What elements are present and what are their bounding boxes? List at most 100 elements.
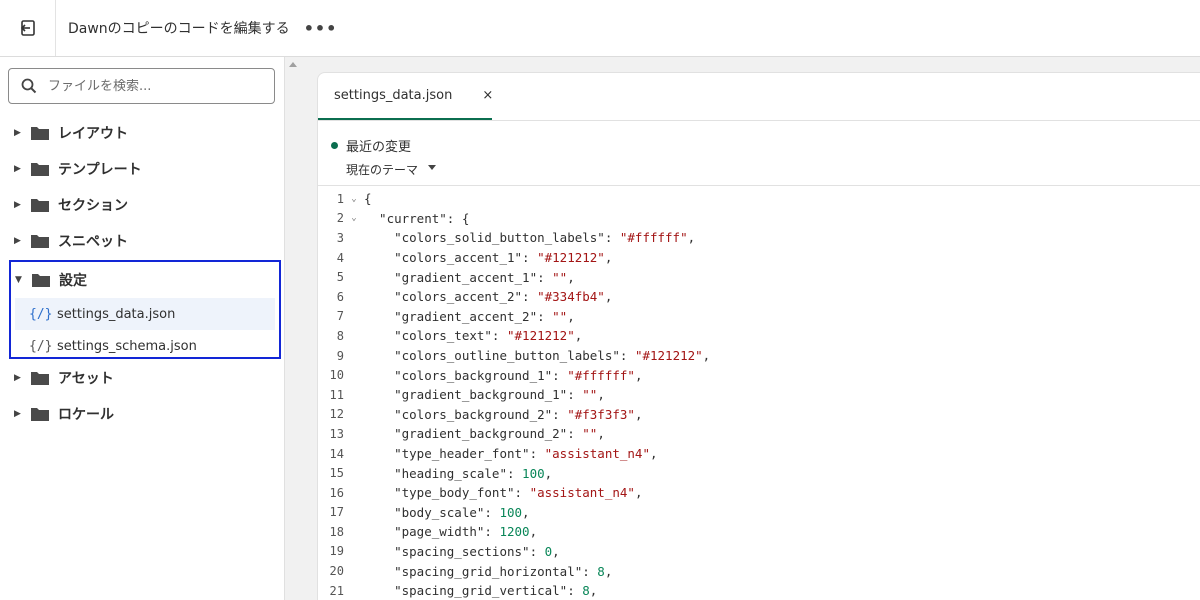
- json-file-icon: {/}: [29, 338, 53, 354]
- code-line[interactable]: 19 "spacing_sections": 0,: [318, 542, 1200, 562]
- fold-chevron-icon[interactable]: ⌄: [344, 213, 364, 223]
- line-number: 20: [329, 564, 344, 579]
- search-input[interactable]: [48, 78, 248, 94]
- code-text: "heading_scale": 100,: [364, 465, 553, 481]
- file-label: settings_schema.json: [57, 338, 197, 354]
- folder-icon: [31, 163, 49, 176]
- exit-editor-button[interactable]: [0, 0, 56, 56]
- code-line[interactable]: 16 "type_body_font": "assistant_n4",: [318, 483, 1200, 503]
- code-text: "colors_text": "#121212",: [364, 328, 583, 344]
- line-number: 17: [329, 505, 344, 520]
- editor-tab-bar: settings_data.json ×: [318, 73, 1200, 121]
- exit-icon: [20, 20, 35, 36]
- line-number: 16: [329, 485, 344, 500]
- folder-sections[interactable]: ▶ セクション: [0, 187, 284, 223]
- line-number: 15: [329, 466, 344, 481]
- line-number: 21: [329, 583, 344, 598]
- code-line[interactable]: 12 "colors_background_2": "#f3f3f3",: [318, 405, 1200, 425]
- folder-icon: [31, 235, 49, 248]
- line-number: 7: [336, 309, 344, 324]
- code-line[interactable]: 10 "colors_background_1": "#ffffff",: [318, 365, 1200, 385]
- code-line[interactable]: 11 "gradient_background_1": "",: [318, 385, 1200, 405]
- line-number: 8: [336, 328, 344, 343]
- code-text: "current": {: [364, 210, 470, 226]
- chevron-down-icon: ▼: [15, 275, 22, 285]
- code-text: "colors_outline_button_labels": "#121212…: [364, 348, 711, 364]
- code-line[interactable]: 9 "colors_outline_button_labels": "#1212…: [318, 346, 1200, 366]
- line-number: 13: [329, 426, 344, 441]
- code-text: "type_header_font": "assistant_n4",: [364, 446, 658, 462]
- caret-down-icon[interactable]: [428, 165, 436, 170]
- line-number: 18: [329, 524, 344, 539]
- folder-label: セクション: [58, 198, 128, 214]
- line-number: 12: [329, 407, 344, 422]
- folder-label: スニペット: [58, 234, 128, 250]
- code-line[interactable]: 6 "colors_accent_2": "#334fb4",: [318, 287, 1200, 307]
- chevron-right-icon: ▶: [14, 373, 21, 383]
- file-tree: ▶ レイアウト ▶ テンプレート ▶ セクション ▶ スニペット: [0, 115, 284, 259]
- code-text: "gradient_accent_1": "",: [364, 269, 575, 285]
- code-line[interactable]: 4 "colors_accent_1": "#121212",: [318, 248, 1200, 268]
- sidebar-scrollbar[interactable]: [284, 57, 300, 600]
- code-line[interactable]: 5 "gradient_accent_1": "",: [318, 267, 1200, 287]
- folder-label: レイアウト: [58, 126, 128, 142]
- code-text: "gradient_accent_2": "",: [364, 308, 575, 324]
- file-sidebar: ▶ レイアウト ▶ テンプレート ▶ セクション ▶ スニペット ▼ 設定 {/…: [0, 57, 284, 600]
- line-number: 9: [336, 348, 344, 363]
- chevron-right-icon: ▶: [14, 409, 21, 419]
- folder-assets[interactable]: ▶ アセット: [0, 360, 284, 396]
- code-line[interactable]: 3 "colors_solid_button_labels": "#ffffff…: [318, 228, 1200, 248]
- file-search[interactable]: [8, 68, 275, 104]
- line-number: 3: [336, 230, 344, 245]
- code-line[interactable]: 20 "spacing_grid_horizontal": 8,: [318, 561, 1200, 581]
- line-number: 2: [336, 211, 344, 226]
- chevron-right-icon: ▶: [14, 200, 21, 210]
- code-line[interactable]: 18 "page_width": 1200,: [318, 522, 1200, 542]
- code-text: "gradient_background_2": "",: [364, 426, 605, 442]
- page-title: Dawnのコピーのコードを編集する: [68, 21, 290, 37]
- code-line[interactable]: 2 ⌄ "current": {: [318, 209, 1200, 229]
- line-number: 1: [336, 191, 344, 206]
- folder-icon: [31, 199, 49, 212]
- code-line[interactable]: 1 ⌄{: [318, 189, 1200, 209]
- settings-folder-group: ▼ 設定 {/} settings_data.json {/} settings…: [9, 260, 281, 359]
- file-settings-schema[interactable]: {/} settings_schema.json: [15, 330, 275, 362]
- file-label: settings_data.json: [57, 306, 176, 322]
- code-text: "spacing_sections": 0,: [364, 543, 560, 559]
- code-line[interactable]: 21 "spacing_grid_vertical": 8,: [318, 581, 1200, 600]
- file-settings-data[interactable]: {/} settings_data.json: [15, 298, 275, 330]
- chevron-right-icon: ▶: [14, 164, 21, 174]
- folder-label: テンプレート: [58, 162, 142, 178]
- folder-templates[interactable]: ▶ テンプレート: [0, 151, 284, 187]
- scroll-up-icon[interactable]: [289, 62, 297, 67]
- folder-locales[interactable]: ▶ ロケール: [0, 396, 284, 432]
- code-line[interactable]: 13 "gradient_background_2": "",: [318, 424, 1200, 444]
- code-line[interactable]: 15 "heading_scale": 100,: [318, 463, 1200, 483]
- code-text: "type_body_font": "assistant_n4",: [364, 485, 643, 501]
- current-theme-dropdown[interactable]: 現在のテーマ: [346, 161, 418, 178]
- chevron-right-icon: ▶: [14, 236, 21, 246]
- code-line[interactable]: 8 "colors_text": "#121212",: [318, 326, 1200, 346]
- folder-label: アセット: [58, 371, 114, 387]
- folder-config[interactable]: ▼ 設定: [11, 262, 279, 298]
- more-actions-button[interactable]: •••: [304, 19, 338, 38]
- folder-icon: [31, 127, 49, 140]
- tab-settings-data[interactable]: settings_data.json ×: [318, 73, 493, 120]
- close-icon[interactable]: ×: [482, 88, 493, 103]
- code-line[interactable]: 14 "type_header_font": "assistant_n4",: [318, 444, 1200, 464]
- folder-snippets[interactable]: ▶ スニペット: [0, 223, 284, 259]
- version-bar: 最近の変更 現在のテーマ: [318, 121, 1200, 186]
- search-icon: [20, 77, 38, 95]
- line-number: 5: [336, 270, 344, 285]
- tab-label: settings_data.json: [334, 88, 453, 103]
- code-line[interactable]: 17 "body_scale": 100,: [318, 503, 1200, 523]
- code-line[interactable]: 7 "gradient_accent_2": "",: [318, 307, 1200, 327]
- fold-chevron-icon[interactable]: ⌄: [344, 194, 364, 204]
- folder-icon: [31, 372, 49, 385]
- code-text: "colors_background_1": "#ffffff",: [364, 367, 643, 383]
- line-number: 10: [329, 368, 344, 383]
- code-text: {: [364, 191, 372, 207]
- code-area[interactable]: 1 ⌄{2 ⌄ "current": {3 "colors_solid_button…: [318, 186, 1200, 600]
- code-text: "page_width": 1200,: [364, 524, 538, 540]
- folder-layout[interactable]: ▶ レイアウト: [0, 115, 284, 151]
